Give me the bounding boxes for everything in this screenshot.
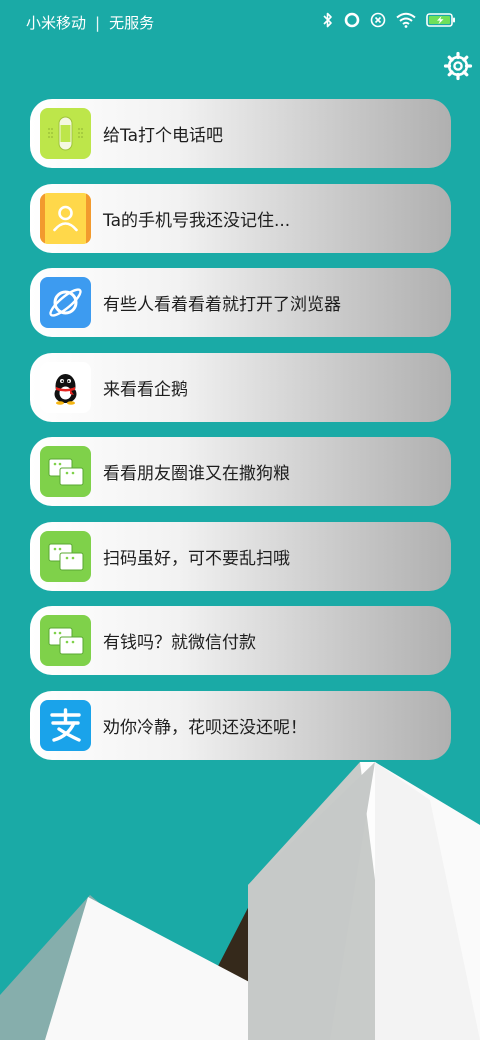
service-status: 无服务 bbox=[109, 14, 155, 32]
battery-charging-icon bbox=[426, 13, 455, 27]
card-label: 看看朋友圈谁又在撒狗粮 bbox=[103, 464, 290, 484]
status-left: 小米移动 | 无服务 bbox=[26, 12, 154, 33]
status-icons bbox=[322, 11, 456, 29]
wechat-pay-icon bbox=[40, 615, 91, 666]
card-label: Ta的手机号我还没记住... bbox=[103, 210, 291, 231]
ring-icon bbox=[344, 12, 360, 28]
card-qq[interactable]: 来看看企鹅 bbox=[30, 352, 451, 422]
card-label: 扫码虽好，可不要乱扫哦 bbox=[103, 548, 290, 569]
card-scan[interactable]: 扫码虽好，可不要乱扫哦 bbox=[30, 521, 451, 591]
phone-app-icon bbox=[40, 108, 91, 159]
gear-icon bbox=[443, 51, 473, 81]
wechat-scan-icon bbox=[40, 530, 91, 582]
card-moments[interactable]: 看看朋友圈谁又在撒狗粮 bbox=[30, 437, 451, 506]
browser-app-icon bbox=[40, 277, 91, 328]
alarm-x-icon bbox=[370, 12, 386, 28]
card-wechat-pay[interactable]: 有钱吗？就微信付款 bbox=[30, 606, 451, 675]
card-label: 给Ta打个电话吧 bbox=[103, 126, 223, 146]
card-browser[interactable]: 有些人看着看着就打开了浏览器 bbox=[30, 268, 451, 337]
wifi-icon bbox=[396, 12, 416, 28]
card-label: 有钱吗？就微信付款 bbox=[103, 633, 256, 653]
card-label: 劝你冷静，花呗还没还呢！ bbox=[103, 717, 307, 738]
status-separator: | bbox=[95, 13, 101, 32]
contacts-app-icon bbox=[40, 192, 91, 244]
status-bar: 小米移动 | 无服务 bbox=[0, 0, 480, 44]
qq-penguin-icon bbox=[40, 361, 91, 413]
carrier-name: 小米移动 bbox=[26, 14, 87, 32]
shortcut-list: 给Ta打个电话吧 Ta的手机号我还没记住... 有些人看着看着就打开了浏览器 来… bbox=[30, 99, 451, 775]
settings-button[interactable] bbox=[442, 50, 474, 82]
card-phone[interactable]: 给Ta打个电话吧 bbox=[30, 99, 451, 168]
wechat-moments-icon bbox=[40, 446, 91, 497]
card-label: 有些人看着看着就打开了浏览器 bbox=[103, 295, 341, 315]
mountain-wallpaper bbox=[0, 762, 480, 1040]
card-contacts[interactable]: Ta的手机号我还没记住... bbox=[30, 183, 451, 253]
bluetooth-icon bbox=[323, 12, 332, 28]
card-label: 来看看企鹅 bbox=[103, 379, 188, 400]
